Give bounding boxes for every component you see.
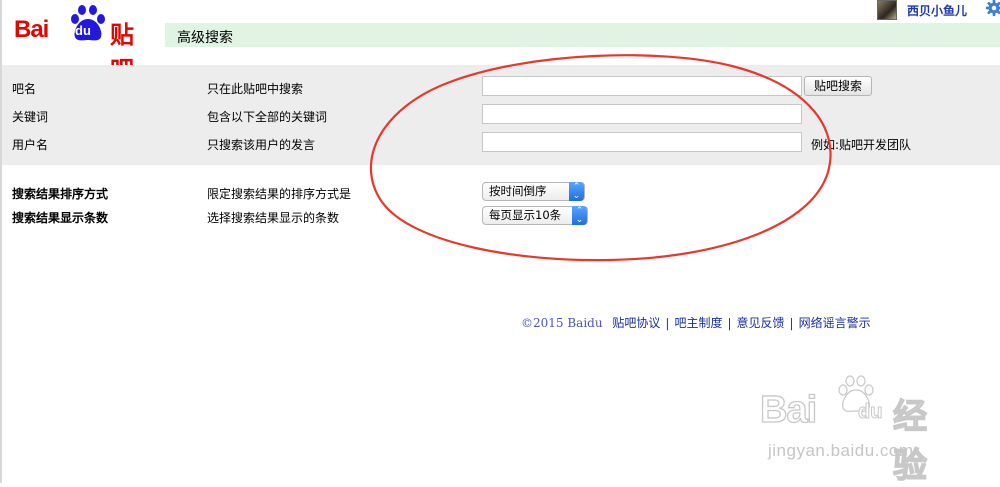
gear-icon[interactable]: [985, 0, 1000, 17]
results-per-page-description: 选择搜索结果显示的条数: [207, 209, 339, 226]
select-arrows-icon: ⌃⌄: [572, 206, 587, 225]
sort-order-label: 搜索结果排序方式: [12, 185, 108, 202]
keyword-description: 包含以下全部的关键词: [207, 108, 327, 125]
footer: ©2015 Baidu 贴吧协议 | 吧主制度 | 意见反馈 | 网络谣言警示: [521, 314, 871, 331]
avatar[interactable]: [877, 0, 897, 20]
logo-text-du: du: [75, 23, 91, 38]
forum-name-input[interactable]: [482, 76, 802, 96]
user-name-link[interactable]: 西贝小鱼儿: [907, 2, 967, 19]
forum-name-label: 吧名: [12, 80, 36, 97]
footer-link-rumor-warning[interactable]: 网络谣言警示: [799, 316, 871, 330]
page-title-bar: 高级搜索: [165, 23, 1000, 47]
row-keyword: 关键词 包含以下全部的关键词: [2, 104, 1000, 130]
logo-text-bai: Bai: [14, 16, 48, 44]
footer-separator: |: [727, 316, 731, 330]
footer-link-agreement[interactable]: 贴吧协议: [612, 316, 660, 330]
row-results-per-page: 搜索结果显示条数 选择搜索结果显示的条数 每页显示10条 ⌃⌄: [2, 206, 1000, 228]
baidu-tieba-logo[interactable]: Bai du 贴吧: [12, 4, 154, 46]
watermark-text-jingyan: 经验: [893, 389, 960, 487]
sort-order-selected-value: 按时间倒序: [489, 184, 547, 198]
results-per-page-selected-value: 每页显示10条: [489, 208, 561, 222]
sort-order-description: 限定搜索结果的排序方式是: [207, 185, 351, 202]
username-input[interactable]: [482, 132, 802, 152]
baidu-jingyan-watermark: Bai du 经验 jingyan.baidu.com: [760, 375, 960, 465]
watermark-url: jingyan.baidu.com: [768, 441, 914, 461]
row-username: 用户名 只搜索该用户的发言 例如:贴吧开发团队: [2, 132, 1000, 158]
keyword-label: 关键词: [12, 108, 48, 125]
page-title: 高级搜索: [177, 27, 233, 47]
username-label: 用户名: [12, 136, 48, 153]
watermark-text-du: du: [858, 401, 882, 424]
username-description: 只搜索该用户的发言: [207, 136, 315, 153]
forum-name-description: 只在此贴吧中搜索: [207, 80, 303, 97]
keyword-input[interactable]: [482, 104, 802, 124]
results-per-page-label: 搜索结果显示条数: [12, 209, 108, 226]
select-arrows-icon: ⌃⌄: [569, 182, 584, 201]
watermark-text-bai: Bai: [760, 389, 816, 432]
footer-link-moderator-rules[interactable]: 吧主制度: [674, 316, 722, 330]
footer-separator: |: [790, 316, 794, 330]
row-forum-name: 吧名 只在此贴吧中搜索 贴吧搜索: [2, 76, 1000, 102]
row-sort-order: 搜索结果排序方式 限定搜索结果的排序方式是 按时间倒序 ⌃⌄: [2, 182, 1000, 204]
forum-search-button[interactable]: 贴吧搜索: [804, 76, 872, 96]
results-per-page-select[interactable]: 每页显示10条 ⌃⌄: [482, 206, 588, 225]
username-hint: 例如:贴吧开发团队: [811, 136, 911, 153]
sort-order-select[interactable]: 按时间倒序 ⌃⌄: [482, 182, 585, 201]
copyright-text: ©2015 Baidu: [521, 316, 603, 330]
search-panel: 吧名 只在此贴吧中搜索 贴吧搜索 关键词 包含以下全部的关键词 用户名 只搜索该…: [2, 65, 1000, 165]
footer-link-feedback[interactable]: 意见反馈: [737, 316, 785, 330]
footer-separator: |: [665, 316, 669, 330]
